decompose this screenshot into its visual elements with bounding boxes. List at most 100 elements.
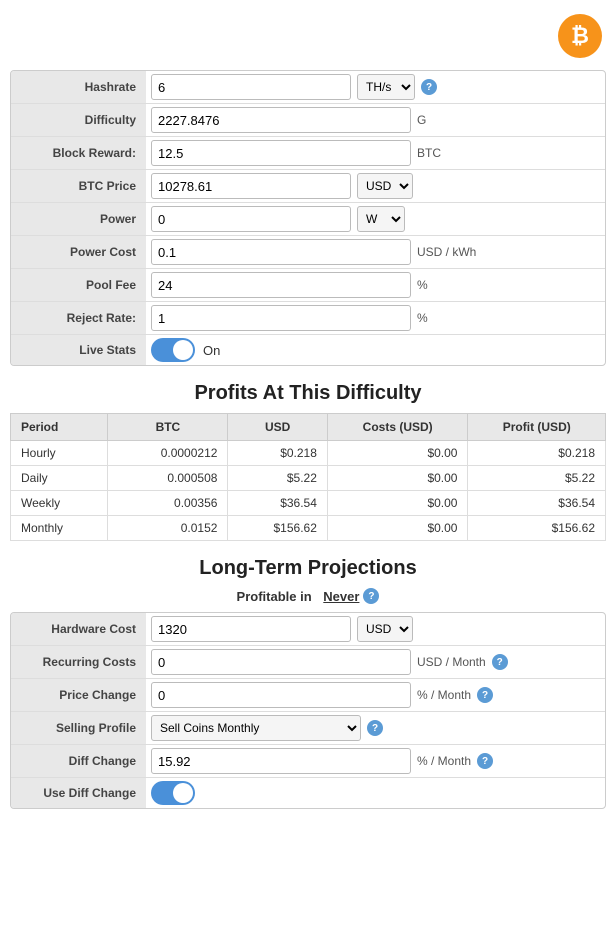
table-row: Monthly0.0152$156.62$0.00$156.62: [11, 516, 606, 541]
profits-cell-profit: $36.54: [468, 491, 606, 516]
profitable-label: Profitable in: [237, 589, 312, 604]
profits-cell-profit: $5.22: [468, 466, 606, 491]
power-cost-label: Power Cost: [11, 236, 146, 268]
table-row: Daily0.000508$5.22$0.00$5.22: [11, 466, 606, 491]
btc-price-input-area: USDEURGBP: [146, 170, 605, 202]
profitable-help-icon[interactable]: ?: [363, 588, 379, 604]
recurring-costs-unit: USD / Month: [417, 655, 486, 669]
hardware-cost-input[interactable]: [151, 616, 351, 642]
profits-section: Profits At This Difficulty Period BTC US…: [10, 382, 606, 541]
profits-cell-costs: $0.00: [327, 441, 468, 466]
price-change-help-icon[interactable]: ?: [477, 687, 493, 703]
reject-rate-label: Reject Rate:: [11, 302, 146, 334]
col-btc: BTC: [108, 414, 228, 441]
diff-change-input[interactable]: [151, 748, 411, 774]
block-reward-input[interactable]: [151, 140, 411, 166]
btc-price-currency-select[interactable]: USDEURGBP: [357, 173, 413, 199]
diff-change-row: Diff Change % / Month ?: [11, 745, 605, 778]
use-diff-change-toggle[interactable]: [151, 781, 195, 805]
block-reward-input-area: BTC: [146, 137, 605, 169]
power-cost-input-area: USD / kWh: [146, 236, 605, 268]
power-input-area: WkW: [146, 203, 605, 235]
selling-profile-help-icon[interactable]: ?: [367, 720, 383, 736]
diff-change-unit: % / Month: [417, 754, 471, 768]
table-row: Hourly0.0000212$0.218$0.00$0.218: [11, 441, 606, 466]
calculator-form: Hashrate TH/sGH/sMH/s ? Difficulty G Blo…: [10, 70, 606, 366]
col-costs: Costs (USD): [327, 414, 468, 441]
reject-rate-unit: %: [417, 311, 428, 325]
hashrate-label: Hashrate: [11, 71, 146, 103]
use-diff-change-row: Use Diff Change: [11, 778, 605, 808]
btc-price-label: BTC Price: [11, 170, 146, 202]
hashrate-input-area: TH/sGH/sMH/s ?: [146, 71, 605, 103]
profits-cell-period: Weekly: [11, 491, 108, 516]
diff-change-help-icon[interactable]: ?: [477, 753, 493, 769]
col-usd: USD: [228, 414, 327, 441]
col-period: Period: [11, 414, 108, 441]
power-cost-row: Power Cost USD / kWh: [11, 236, 605, 269]
pool-fee-input[interactable]: [151, 272, 411, 298]
price-change-unit: % / Month: [417, 688, 471, 702]
block-reward-row: Block Reward: BTC: [11, 137, 605, 170]
power-label: Power: [11, 203, 146, 235]
reject-rate-input-area: %: [146, 302, 605, 334]
profits-cell-profit: $0.218: [468, 441, 606, 466]
profits-title: Profits At This Difficulty: [10, 382, 606, 405]
hardware-cost-row: Hardware Cost USDEUR: [11, 613, 605, 646]
price-change-row: Price Change % / Month ?: [11, 679, 605, 712]
profits-cell-costs: $0.00: [327, 491, 468, 516]
power-input[interactable]: [151, 206, 351, 232]
power-unit-select[interactable]: WkW: [357, 206, 405, 232]
live-stats-toggle[interactable]: [151, 338, 195, 362]
live-stats-toggle-label: On: [203, 343, 220, 358]
live-stats-toggle-container: On: [151, 338, 220, 362]
reject-rate-input[interactable]: [151, 305, 411, 331]
hardware-cost-label: Hardware Cost: [11, 613, 146, 645]
profits-table-header-row: Period BTC USD Costs (USD) Profit (USD): [11, 414, 606, 441]
pool-fee-input-area: %: [146, 269, 605, 301]
difficulty-unit: G: [417, 113, 426, 127]
hashrate-row: Hashrate TH/sGH/sMH/s ?: [11, 71, 605, 104]
diff-change-input-area: % / Month ?: [146, 745, 605, 777]
recurring-costs-label: Recurring Costs: [11, 646, 146, 678]
diff-change-label: Diff Change: [11, 745, 146, 777]
hashrate-help-icon[interactable]: ?: [421, 79, 437, 95]
price-change-label: Price Change: [11, 679, 146, 711]
profits-cell-usd: $0.218: [228, 441, 327, 466]
reject-rate-row: Reject Rate: %: [11, 302, 605, 335]
profitable-value: Never: [323, 589, 359, 604]
live-stats-label: Live Stats: [11, 335, 146, 365]
longterm-form: Hardware Cost USDEUR Recurring Costs USD…: [10, 612, 606, 809]
power-cost-input[interactable]: [151, 239, 411, 265]
price-change-input-area: % / Month ?: [146, 679, 605, 711]
recurring-costs-row: Recurring Costs USD / Month ?: [11, 646, 605, 679]
col-profit: Profit (USD): [468, 414, 606, 441]
block-reward-unit: BTC: [417, 146, 441, 160]
hashrate-input[interactable]: [151, 74, 351, 100]
difficulty-input[interactable]: [151, 107, 411, 133]
power-row: Power WkW: [11, 203, 605, 236]
use-diff-change-label: Use Diff Change: [11, 778, 146, 808]
profits-cell-costs: $0.00: [327, 466, 468, 491]
btc-price-input[interactable]: [151, 173, 351, 199]
profits-cell-usd: $36.54: [228, 491, 327, 516]
hashrate-unit-select[interactable]: TH/sGH/sMH/s: [357, 74, 415, 100]
profits-cell-btc: 0.000508: [108, 466, 228, 491]
difficulty-input-area: G: [146, 104, 605, 136]
recurring-costs-input[interactable]: [151, 649, 411, 675]
profits-cell-period: Monthly: [11, 516, 108, 541]
profits-table: Period BTC USD Costs (USD) Profit (USD) …: [10, 413, 606, 541]
use-diff-change-input-area: [146, 778, 605, 808]
power-cost-unit: USD / kWh: [417, 245, 476, 259]
block-reward-label: Block Reward:: [11, 137, 146, 169]
difficulty-label: Difficulty: [11, 104, 146, 136]
price-change-input[interactable]: [151, 682, 411, 708]
profits-cell-costs: $0.00: [327, 516, 468, 541]
selling-profile-select[interactable]: Sell Coins Monthly Hold Coins Sell Daily: [151, 715, 361, 741]
recurring-costs-help-icon[interactable]: ?: [492, 654, 508, 670]
hardware-cost-currency-select[interactable]: USDEUR: [357, 616, 413, 642]
selling-profile-input-area: Sell Coins Monthly Hold Coins Sell Daily…: [146, 712, 605, 744]
selling-profile-row: Selling Profile Sell Coins Monthly Hold …: [11, 712, 605, 745]
profitable-line: Profitable in Never ?: [10, 588, 606, 604]
profits-cell-profit: $156.62: [468, 516, 606, 541]
